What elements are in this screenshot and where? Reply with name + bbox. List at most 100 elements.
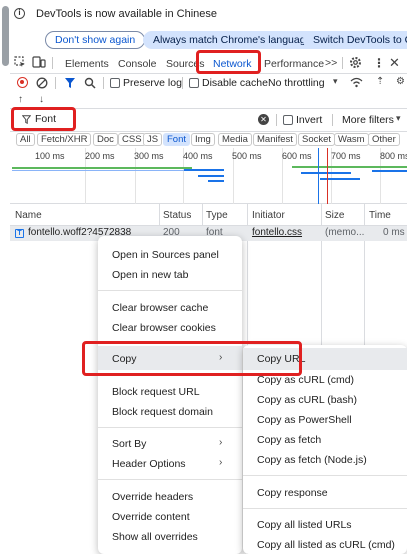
timeline-trace-bar (198, 175, 224, 177)
network-conditions-icon[interactable] (350, 76, 363, 91)
menu-item-open-in-new-tab[interactable]: Open in new tab (112, 269, 188, 281)
more-filters-chevron-icon[interactable]: ▾ (396, 113, 401, 124)
inspect-element-icon[interactable] (14, 56, 26, 71)
submenu-item-copy-response[interactable]: Copy response (257, 487, 328, 499)
switch-language-button[interactable]: Switch DevTools to Chi (303, 31, 407, 49)
info-icon: i (14, 8, 25, 19)
menu-separator (98, 290, 242, 291)
column-header-time[interactable]: Time (369, 210, 391, 221)
submenu-item-copy-fetch-node[interactable]: Copy as fetch (Node.js) (257, 454, 367, 466)
timeline-trace-green (292, 166, 407, 168)
timeline-label: 100 ms (35, 151, 65, 161)
preserve-log-checkbox[interactable] (110, 78, 120, 88)
record-icon[interactable] (17, 77, 28, 88)
menu-separator (243, 508, 407, 509)
menu-item-clear-cache[interactable]: Clear browser cache (112, 302, 208, 314)
timeline-label: 600 ms (282, 151, 312, 161)
tab-performance[interactable]: Performance (264, 58, 324, 70)
throttling-dropdown-icon[interactable]: ▾ (333, 76, 338, 87)
settings-gear-icon[interactable] (349, 56, 362, 72)
menu-item-sort-by[interactable]: Sort By (112, 438, 146, 450)
import-icon[interactable]: ↑ (18, 94, 23, 105)
match-language-button[interactable]: Always match Chrome's language (143, 31, 322, 49)
disable-cache-checkbox[interactable] (189, 78, 199, 88)
submenu-item-copy-all-curl-cmd[interactable]: Copy all listed as cURL (cmd) (257, 539, 395, 551)
submenu-item-copy-powershell[interactable]: Copy as PowerShell (257, 414, 352, 426)
menu-item-block-domain[interactable]: Block request domain (112, 406, 213, 418)
column-header-status[interactable]: Status (163, 210, 191, 221)
type-chip-fetch-xhr[interactable]: Fetch/XHR (37, 133, 92, 146)
search-icon[interactable] (84, 77, 96, 92)
timeline-trace-bar (301, 172, 351, 174)
menu-item-header-options[interactable]: Header Options (112, 458, 186, 470)
more-filters-button[interactable]: More filters (342, 114, 394, 126)
infobar-message: DevTools is now available in Chinese (36, 8, 217, 20)
filter-divider (332, 114, 333, 126)
type-chip-font[interactable]: Font (163, 133, 191, 146)
toolbar-divider (182, 77, 183, 89)
menu-item-show-overrides[interactable]: Show all overrides (112, 531, 198, 543)
clear-log-icon[interactable] (36, 77, 48, 92)
tabbar-divider (342, 57, 343, 69)
submenu-item-copy-curl-bash[interactable]: Copy as cURL (bash) (257, 394, 357, 406)
type-chip-css[interactable]: CSS (118, 133, 146, 146)
timeline-label: 800 ms (380, 151, 407, 161)
toolbar-divider (52, 57, 53, 69)
highlight-network-tab (196, 50, 261, 74)
menu-item-override-headers[interactable]: Override headers (112, 491, 193, 503)
column-header-size[interactable]: Size (325, 210, 344, 221)
submenu-item-copy-all-urls[interactable]: Copy all listed URLs (257, 519, 352, 531)
device-toolbar-icon[interactable] (32, 56, 46, 71)
type-chip-other[interactable]: Other (368, 133, 400, 146)
preserve-log-label: Preserve log (123, 77, 182, 89)
menu-separator (98, 479, 242, 480)
type-chip-media[interactable]: Media (218, 133, 252, 146)
more-options-icon[interactable]: ⋮ (373, 56, 385, 70)
toolbar-divider (55, 77, 56, 89)
column-header-initiator[interactable]: Initiator (252, 210, 285, 221)
type-chip-manifest[interactable]: Manifest (253, 133, 297, 146)
row-size: (memo... (325, 227, 365, 238)
font-file-icon: T (15, 229, 24, 238)
clear-filter-icon[interactable]: ✕ (258, 114, 269, 125)
timeline-label: 700 ms (331, 151, 361, 161)
close-devtools-icon[interactable]: ✕ (389, 55, 400, 71)
type-chip-socket[interactable]: Socket (298, 133, 336, 146)
timeline-trace-blue (12, 170, 192, 171)
invert-checkbox[interactable] (283, 115, 293, 125)
timeline-label: 200 ms (85, 151, 115, 161)
highlight-filter-input (11, 107, 76, 131)
type-chip-js[interactable]: JS (143, 133, 163, 146)
tab-elements[interactable]: Elements (65, 58, 109, 70)
menu-item-open-in-sources[interactable]: Open in Sources panel (112, 249, 219, 261)
menu-item-override-content[interactable]: Override content (112, 511, 190, 523)
menu-item-clear-cookies[interactable]: Clear browser cookies (112, 322, 216, 334)
type-chip-img[interactable]: Img (191, 133, 215, 146)
network-settings-gear-icon[interactable]: ⚙ (396, 76, 405, 87)
type-chip-wasm[interactable]: Wasm (334, 133, 369, 146)
menu-item-block-url[interactable]: Block request URL (112, 386, 200, 398)
type-chip-all[interactable]: All (16, 133, 35, 146)
highlight-copy-url (82, 341, 302, 376)
timeline-load-marker (327, 148, 328, 204)
column-header-name[interactable]: Name (15, 210, 42, 221)
throttling-select[interactable]: No throttling (268, 77, 325, 89)
timeline-trace-green (12, 167, 192, 169)
filter-funnel-icon[interactable] (64, 77, 76, 92)
window-scroll-handle[interactable] (2, 6, 9, 66)
type-chip-doc[interactable]: Doc (93, 133, 118, 146)
timeline-trace-bar (208, 180, 224, 182)
invert-label: Invert (296, 114, 323, 126)
tab-console[interactable]: Console (118, 58, 157, 70)
submenu-item-copy-fetch[interactable]: Copy as fetch (257, 434, 321, 446)
export-icon[interactable]: ↓ (39, 94, 44, 105)
row-time: 0 ms (383, 227, 405, 238)
column-header-type[interactable]: Type (206, 210, 228, 221)
dont-show-again-button[interactable]: Don't show again (45, 31, 146, 49)
row-initiator-link[interactable]: fontello.css (252, 227, 302, 238)
timeline-trace-bar (184, 169, 224, 171)
timeline-trace-bar (320, 178, 360, 180)
more-tabs-button[interactable]: >> (325, 57, 337, 69)
import-har-icon[interactable]: ⇡ (376, 76, 384, 87)
timeline-dcl-marker (318, 148, 319, 204)
